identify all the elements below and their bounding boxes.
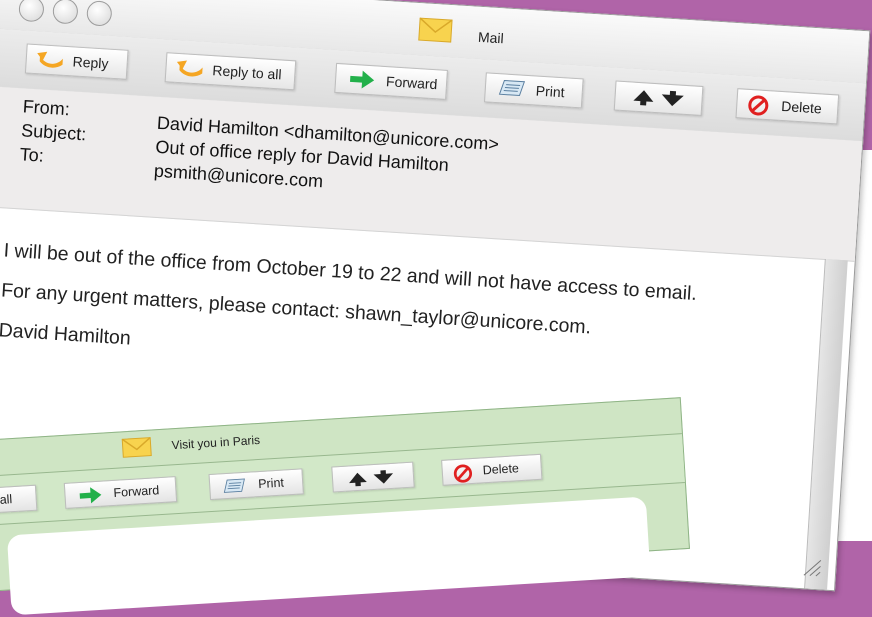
print-label: Print	[257, 475, 285, 492]
zoom-control[interactable]	[86, 0, 113, 27]
message-signature: David Hamilton	[0, 319, 132, 350]
delete-button[interactable]: Delete	[735, 88, 840, 125]
minimize-control[interactable]	[52, 0, 79, 25]
reply-all-arrow-icon	[176, 60, 203, 77]
print-button[interactable]: Print	[483, 72, 584, 109]
print-button[interactable]: Print	[208, 468, 304, 501]
delete-label: Delete	[780, 97, 823, 117]
reply-all-button[interactable]: Reply to all	[164, 52, 297, 91]
reply-arrow-icon	[37, 51, 63, 68]
delete-icon	[453, 464, 473, 483]
second-window-title: Visit you in Paris	[171, 432, 261, 453]
reply-all-label: all	[0, 492, 13, 507]
envelope-icon	[418, 17, 453, 43]
forward-arrow-icon	[79, 487, 102, 504]
forward-label: Forward	[113, 483, 160, 500]
from-label: From:	[22, 96, 71, 120]
close-control[interactable]	[18, 0, 45, 23]
reply-label: Reply	[72, 53, 109, 72]
printer-icon	[498, 79, 526, 97]
print-label: Print	[535, 82, 566, 101]
to-label: To:	[19, 144, 45, 166]
up-down-arrows-icon	[633, 90, 684, 107]
forward-arrow-icon	[350, 70, 375, 89]
delete-label: Delete	[482, 461, 520, 478]
delete-icon	[748, 95, 769, 116]
window-title: Mail	[477, 28, 505, 47]
forward-button[interactable]: Forward	[63, 476, 178, 509]
prev-next-buttons[interactable]	[331, 461, 415, 493]
printer-icon	[223, 478, 245, 493]
subject-label: Subject:	[20, 120, 87, 145]
delete-button[interactable]: Delete	[441, 453, 543, 486]
up-down-arrows-icon	[349, 470, 394, 487]
prev-next-buttons[interactable]	[613, 80, 704, 116]
reply-all-button[interactable]: all	[0, 484, 38, 515]
forward-label: Forward	[385, 73, 438, 93]
reply-all-label: Reply to all	[211, 62, 283, 83]
reply-button[interactable]: Reply	[24, 43, 129, 80]
resize-grip-icon[interactable]	[801, 556, 822, 577]
envelope-icon	[121, 437, 152, 458]
forward-button[interactable]: Forward	[334, 62, 448, 100]
